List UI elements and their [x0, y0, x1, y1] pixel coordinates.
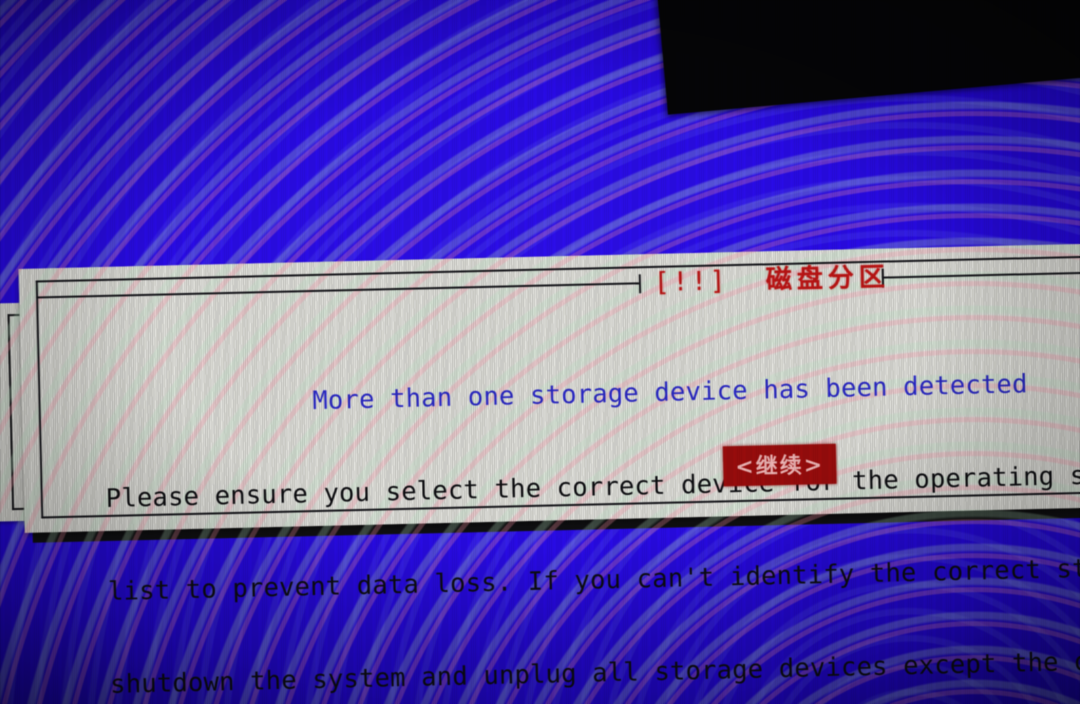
dialog-title-marker: [!!]: [653, 266, 729, 298]
screen-photo: [!!] 磁盘分区 More than one storage device h…: [0, 0, 1080, 704]
dialog-message: More than one storage device has been de…: [102, 305, 1080, 704]
titlebar-rule-right: [881, 270, 1080, 279]
message-heading: More than one storage device has been de…: [312, 369, 1028, 417]
dialog-title-text: 磁盘分区: [765, 262, 891, 296]
continue-button[interactable]: <继续>: [722, 443, 837, 487]
message-line-2: list to prevent data loss. If you can't …: [107, 552, 1080, 607]
dialog-title: [!!] 磁盘分区: [653, 256, 891, 299]
disk-partition-dialog[interactable]: [!!] 磁盘分区 More than one storage device h…: [0, 0, 1080, 704]
screen-bezel-edge: [960, 0, 1080, 30]
dialog-stack: [!!] 磁盘分区 More than one storage device h…: [0, 0, 1080, 704]
titlebar-tick-left: [638, 274, 642, 294]
message-line-3: shutdown the system and unplug all stora…: [109, 644, 1080, 700]
titlebar-rule-left: [36, 282, 639, 299]
